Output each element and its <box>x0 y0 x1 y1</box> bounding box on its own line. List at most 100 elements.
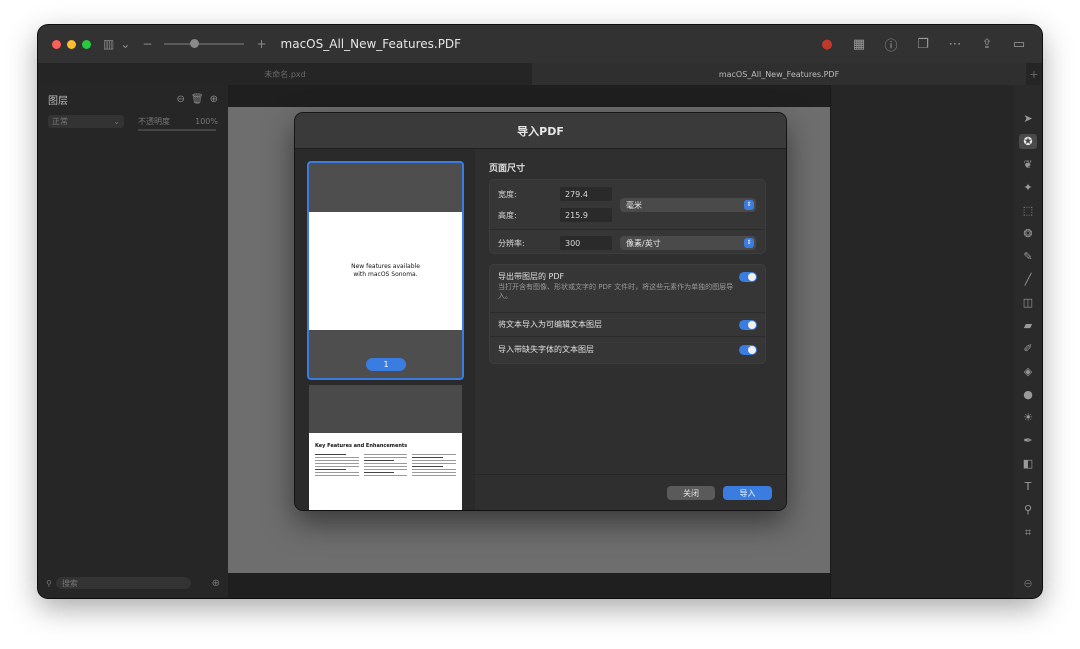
text-line <box>315 466 359 467</box>
text-line <box>315 463 359 464</box>
add-layer-icon[interactable]: ⊕ <box>210 94 218 105</box>
info-icon[interactable]: ⓘ <box>882 35 900 54</box>
mask-icon[interactable]: ⊖ <box>177 94 185 105</box>
zoom-in-icon[interactable]: + <box>256 37 266 51</box>
pen-tool-icon[interactable]: ✒ <box>1019 433 1037 448</box>
fill-tool-icon[interactable]: ◫ <box>1019 295 1037 310</box>
resolution-unit-select[interactable]: 像素/英寸 ⇕ <box>620 236 756 250</box>
blend-row: 正常 ⌄ 不透明度 100% <box>38 113 228 129</box>
import-settings: 页面尺寸 宽度: 279.4 高度: 215.9 毫米 ⇕ 分辨率: 300 像… <box>475 149 786 510</box>
quick-select-tool-icon[interactable]: ❂ <box>1019 226 1037 241</box>
clone-tool-icon[interactable]: ◈ <box>1019 364 1037 379</box>
add-icon[interactable]: ⊕ <box>212 578 220 589</box>
tab-pdf[interactable]: macOS_All_New_Features.PDF <box>532 63 1026 85</box>
text-line <box>363 457 408 458</box>
tab-untitled[interactable]: 未命名.pxd <box>38 63 532 85</box>
minimize-window-button[interactable] <box>67 39 76 49</box>
page-size-title: 页面尺寸 <box>489 164 526 174</box>
thumbnail-column <box>315 454 359 478</box>
chevron-down-icon: ⌄ <box>113 116 120 126</box>
share-icon[interactable]: ⇪ <box>978 37 996 52</box>
brush-tool-icon[interactable]: ╱ <box>1019 272 1037 287</box>
chevron-updown-icon: ⇕ <box>744 238 754 248</box>
eraser-tool-icon[interactable]: ▰ <box>1019 318 1037 333</box>
lasso-tool-icon[interactable]: ❦ <box>1019 157 1037 172</box>
page-thumbnails: New features available with macOS Sonoma… <box>295 149 475 510</box>
page-number-badge: 1 <box>366 358 406 371</box>
missing-fonts-toggle[interactable] <box>739 345 757 355</box>
more-icon[interactable]: ⋯ <box>946 37 964 52</box>
light-tool-icon[interactable]: ☀ <box>1019 410 1037 425</box>
magic-wand-tool-icon[interactable]: ✦ <box>1019 180 1037 195</box>
smart-select-tool-icon[interactable]: ✪ <box>1019 134 1037 149</box>
zoom-window-button[interactable] <box>82 39 91 49</box>
zoom-out-icon[interactable]: − <box>142 37 152 51</box>
text-line <box>412 466 443 467</box>
chevron-updown-icon: ⇕ <box>744 200 754 210</box>
blend-mode-select[interactable]: 正常 ⌄ <box>48 114 124 128</box>
panel-toggle-icon[interactable]: ▭ <box>1010 37 1028 52</box>
thumbnail-column <box>412 454 457 478</box>
thumbnail-page: Key Features and Enhancements <box>309 433 462 510</box>
text-line <box>363 460 395 461</box>
window-title: macOS_All_New_Features.PDF <box>280 37 462 51</box>
shape-tool-icon[interactable]: ◧ <box>1019 456 1037 471</box>
text-line <box>363 472 395 473</box>
text-line <box>412 460 457 461</box>
tools-bar: ➤ ✪ ❦ ✦ ⬚ ❂ ✎ ╱ ◫ ▰ ✐ ◈ ● ☀ ✒ ◧ T ⚲ ⌗ ⊖ <box>1014 85 1042 598</box>
height-field[interactable]: 215.9 <box>560 208 612 222</box>
copy-icon[interactable]: ❐ <box>914 37 932 52</box>
layers-search: ⚲ 搜索 ⊕ <box>46 576 220 590</box>
zoom-slider-knob[interactable] <box>190 39 200 48</box>
unit-select-value: 毫米 <box>626 200 642 210</box>
close-window-button[interactable] <box>52 39 61 49</box>
text-tool-icon[interactable]: T <box>1019 479 1037 494</box>
blur-tool-icon[interactable]: ● <box>1019 387 1037 402</box>
text-line <box>315 469 346 470</box>
select-tool-icon[interactable]: ➤ <box>1019 111 1037 126</box>
thumbnail-page: New features available with macOS Sonoma… <box>309 212 462 330</box>
text-line <box>412 469 457 470</box>
editable-text-toggle[interactable] <box>739 320 757 330</box>
text-line <box>412 475 457 476</box>
record-icon[interactable]: ● <box>818 37 836 52</box>
zoom-tool-icon[interactable]: ⚲ <box>1019 502 1037 517</box>
import-button[interactable]: 导入 <box>723 486 772 500</box>
resolution-label: 分辨率: <box>498 239 525 248</box>
unit-select[interactable]: 毫米 ⇕ <box>620 198 756 212</box>
height-label: 高度: <box>498 211 517 220</box>
crop-tool-icon[interactable]: ⌗ <box>1019 525 1037 540</box>
layers-panel: 图层 ⊖ 🗑 ⊕ 正常 ⌄ 不透明度 100% ⚲ 搜索 ⊕ <box>38 85 228 598</box>
divider <box>490 229 765 230</box>
import-pdf-dialog: 导入PDF New features available with macOS … <box>295 113 786 510</box>
export-layers-toggle[interactable] <box>739 272 757 282</box>
zoom-slider[interactable] <box>164 39 245 48</box>
more-tools-icon[interactable]: ⊖ <box>1023 577 1032 590</box>
close-button[interactable]: 关闭 <box>667 486 715 500</box>
import-options-card: 导出带图层的 PDF 当打开含有图像、形状或文字的 PDF 文件时，将这些元素作… <box>489 264 766 364</box>
text-line <box>363 454 408 455</box>
add-tab-icon[interactable]: + <box>1026 63 1042 85</box>
search-icon: ⚲ <box>46 578 52 588</box>
sidebar-toggle-icon[interactable]: ▥ <box>103 37 114 51</box>
thumbnail-heading: Key Features and Enhancements <box>315 443 408 449</box>
image-icon[interactable]: ▦ <box>850 37 868 52</box>
trash-icon[interactable]: 🗑 <box>191 94 204 105</box>
layers-search-input[interactable]: 搜索 <box>55 577 191 589</box>
text-line <box>412 463 457 464</box>
opacity-slider[interactable] <box>138 129 216 131</box>
pencil-tool-icon[interactable]: ✐ <box>1019 341 1037 356</box>
page-thumbnail-2[interactable]: Key Features and Enhancements <box>309 385 462 510</box>
eyedropper-tool-icon[interactable]: ✎ <box>1019 249 1037 264</box>
opacity-value[interactable]: 100% <box>195 117 218 126</box>
resolution-field[interactable]: 300 <box>560 236 612 250</box>
option-title: 将文本导入为可编辑文本图层 <box>498 320 602 329</box>
marquee-tool-icon[interactable]: ⬚ <box>1019 203 1037 218</box>
text-line <box>315 472 359 473</box>
text-line <box>363 469 408 470</box>
width-field[interactable]: 279.4 <box>560 187 612 201</box>
text-line <box>363 475 408 476</box>
width-label: 宽度: <box>498 190 517 199</box>
page-thumbnail-1[interactable]: New features available with macOS Sonoma… <box>307 161 464 380</box>
chevron-down-icon[interactable]: ⌄ <box>120 37 130 51</box>
